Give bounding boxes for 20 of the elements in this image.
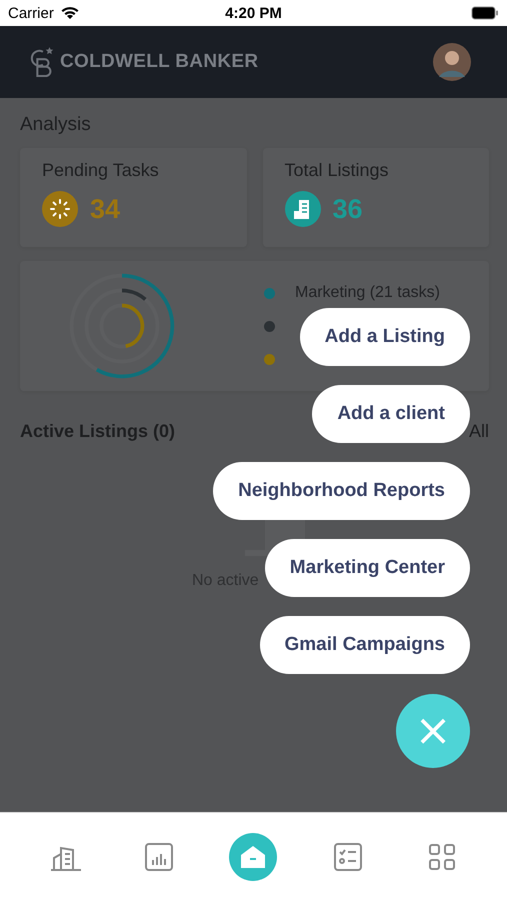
menu-option[interactable]: Add a Listing bbox=[300, 308, 470, 366]
grid-icon bbox=[428, 842, 456, 870]
carrier-label: Carrier bbox=[8, 4, 54, 22]
stat-value: 36 bbox=[332, 194, 363, 224]
stat-value: 34 bbox=[90, 194, 120, 224]
wifi-icon bbox=[60, 6, 80, 20]
stat-label: Total Listings bbox=[284, 160, 390, 181]
menu-option[interactable]: Add a client bbox=[312, 385, 470, 443]
battery-icon bbox=[471, 6, 499, 20]
home-icon bbox=[229, 832, 278, 880]
menu-option[interactable]: Marketing Center bbox=[264, 539, 470, 597]
clock-time: 4:20 PM bbox=[224, 4, 283, 22]
bar-chart-icon bbox=[144, 842, 174, 872]
checklist-icon bbox=[332, 842, 363, 872]
brand-name: COLDWELL BANKER bbox=[60, 51, 258, 73]
menu-option[interactable]: Neighborhood Reports bbox=[213, 462, 470, 520]
logo-icon bbox=[28, 46, 56, 78]
menu-option[interactable]: Gmail Campaigns bbox=[260, 616, 470, 674]
avatar-icon[interactable] bbox=[433, 43, 471, 81]
stat-label: Pending Tasks bbox=[42, 160, 160, 181]
